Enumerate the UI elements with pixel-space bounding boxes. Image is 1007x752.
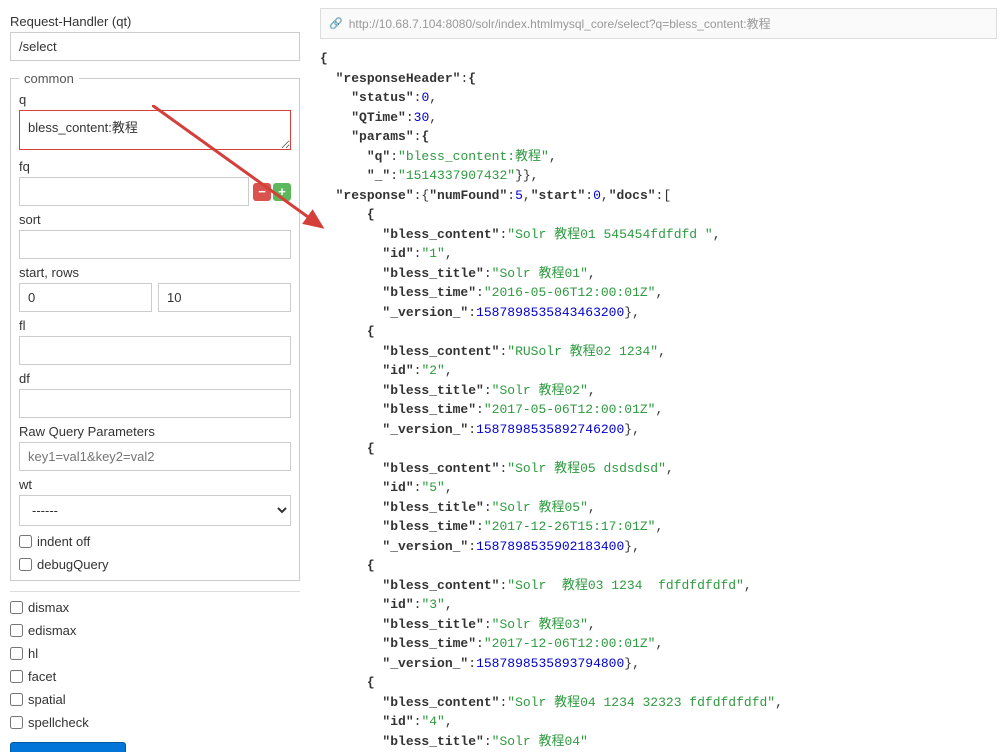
- common-legend: common: [19, 71, 79, 86]
- qt-input[interactable]: [10, 32, 300, 61]
- start-rows-label: start, rows: [19, 265, 291, 280]
- execute-query-button[interactable]: Execute Query: [10, 742, 126, 752]
- indent-label: indent off: [37, 534, 90, 549]
- q-input[interactable]: [19, 110, 291, 150]
- facet-label: facet: [28, 669, 56, 684]
- url-text: http://10.68.7.104:8080/solr/index.htmlm…: [349, 15, 771, 32]
- query-form: Request-Handler (qt) common q fq − + sor…: [0, 0, 310, 752]
- debug-label: debugQuery: [37, 557, 109, 572]
- divider: [10, 591, 300, 592]
- fq-input[interactable]: [19, 177, 249, 206]
- spatial-checkbox[interactable]: [10, 693, 23, 706]
- link-icon: 🔗: [329, 17, 343, 30]
- url-bar[interactable]: 🔗 http://10.68.7.104:8080/solr/index.htm…: [320, 8, 997, 39]
- df-input[interactable]: [19, 389, 291, 418]
- spatial-label: spatial: [28, 692, 66, 707]
- edismax-checkbox[interactable]: [10, 624, 23, 637]
- sort-input[interactable]: [19, 230, 291, 259]
- results-panel: 🔗 http://10.68.7.104:8080/solr/index.htm…: [310, 0, 1007, 752]
- spellcheck-label: spellcheck: [28, 715, 89, 730]
- json-output: { "responseHeader":{ "status":0, "QTime"…: [320, 49, 997, 751]
- edismax-label: edismax: [28, 623, 76, 638]
- debug-checkbox[interactable]: [19, 558, 32, 571]
- plus-icon[interactable]: +: [273, 183, 291, 201]
- qt-label: Request-Handler (qt): [10, 14, 300, 29]
- minus-icon[interactable]: −: [253, 183, 271, 201]
- dismax-checkbox[interactable]: [10, 601, 23, 614]
- sort-label: sort: [19, 212, 291, 227]
- q-label: q: [19, 92, 291, 107]
- hl-label: hl: [28, 646, 38, 661]
- rows-input[interactable]: [158, 283, 291, 312]
- hl-checkbox[interactable]: [10, 647, 23, 660]
- fl-label: fl: [19, 318, 291, 333]
- spellcheck-checkbox[interactable]: [10, 716, 23, 729]
- fl-input[interactable]: [19, 336, 291, 365]
- dismax-label: dismax: [28, 600, 69, 615]
- raw-input[interactable]: [19, 442, 291, 471]
- fq-label: fq: [19, 159, 291, 174]
- wt-label: wt: [19, 477, 291, 492]
- start-input[interactable]: [19, 283, 152, 312]
- facet-checkbox[interactable]: [10, 670, 23, 683]
- indent-checkbox[interactable]: [19, 535, 32, 548]
- common-fieldset: common q fq − + sort start, rows fl df R…: [10, 71, 300, 581]
- wt-select[interactable]: ------: [19, 495, 291, 526]
- df-label: df: [19, 371, 291, 386]
- raw-label: Raw Query Parameters: [19, 424, 291, 439]
